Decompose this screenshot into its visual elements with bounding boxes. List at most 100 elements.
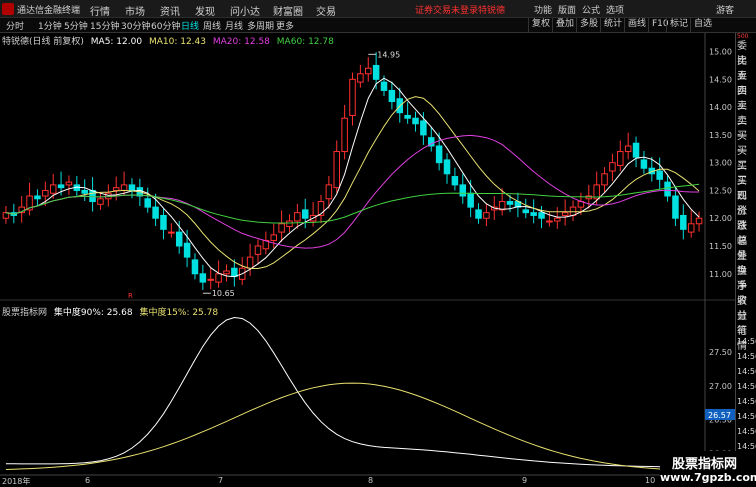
sidebar-item[interactable]: 14:56 bbox=[737, 427, 756, 436]
candle-up bbox=[687, 223, 695, 233]
candle-down bbox=[640, 159, 648, 169]
candle-down bbox=[538, 212, 545, 219]
sidebar-item[interactable]: 14:56 bbox=[737, 442, 756, 451]
candle-down bbox=[506, 201, 514, 205]
candle-down bbox=[191, 259, 199, 275]
y-tick-label: 15.00 bbox=[709, 48, 732, 57]
candle-up bbox=[695, 217, 703, 225]
candle-up bbox=[223, 270, 230, 275]
y-tick-label: 14.00 bbox=[709, 103, 732, 112]
candle-up bbox=[624, 145, 632, 153]
candle-up bbox=[364, 67, 372, 75]
candle-up bbox=[357, 73, 364, 83]
sidebar-item[interactable]: 14:56 bbox=[737, 352, 756, 361]
candle-down bbox=[128, 184, 136, 191]
y-tick-label: 11.00 bbox=[709, 270, 732, 279]
candle-down bbox=[380, 81, 388, 91]
candle-down bbox=[160, 214, 167, 230]
candle-down bbox=[451, 176, 459, 186]
candle-up bbox=[207, 278, 214, 281]
candle-up bbox=[333, 151, 341, 189]
candle-up bbox=[554, 217, 561, 222]
candle-up bbox=[168, 231, 175, 234]
candle-up bbox=[286, 220, 293, 228]
sidebar-item[interactable]: 14:56 bbox=[737, 337, 756, 346]
candle-down bbox=[183, 242, 191, 258]
candle-down bbox=[144, 198, 151, 208]
candle-up bbox=[349, 78, 356, 116]
candle-down bbox=[57, 184, 65, 189]
candle-down bbox=[175, 231, 183, 247]
y-tick-label: 12.50 bbox=[709, 186, 732, 195]
candle-up bbox=[49, 184, 57, 194]
sidebar-item[interactable]: 14:56 bbox=[737, 412, 756, 421]
y-tick-label: 13.00 bbox=[709, 159, 732, 168]
date-label: 8 bbox=[368, 476, 374, 485]
conc90-line bbox=[5, 316, 700, 468]
candle-down bbox=[199, 273, 207, 283]
kline-chart[interactable]: 14.95 10.65 R 15.00 14.50 14.00 13.50 13.00 12.… bbox=[0, 0, 735, 476]
sidebar-item[interactable]: 14:56 bbox=[737, 382, 756, 391]
rights-marker: R bbox=[128, 292, 133, 300]
candle-up bbox=[601, 173, 608, 186]
watermark-url: www.7gpzb.com bbox=[660, 471, 756, 484]
sidebar-item[interactable]: 14:56 bbox=[737, 367, 756, 376]
candle-up bbox=[561, 212, 569, 216]
candle-up bbox=[120, 184, 128, 191]
candle-up bbox=[609, 162, 616, 172]
candle-up bbox=[294, 212, 301, 222]
candle-up bbox=[65, 181, 73, 186]
high-label: 14.95 bbox=[377, 50, 400, 59]
sub-y-tick-label: 27.50 bbox=[709, 348, 732, 357]
date-label: 6 bbox=[85, 476, 91, 485]
candle-down bbox=[420, 120, 427, 136]
y-tick-label: 13.50 bbox=[709, 131, 732, 140]
candle-down bbox=[412, 117, 419, 125]
candle-down bbox=[443, 159, 451, 175]
candle-down bbox=[152, 206, 159, 219]
y-tick-label: 11.50 bbox=[709, 242, 732, 251]
sub-y-tick-label: 27.00 bbox=[709, 382, 732, 391]
candle-up bbox=[246, 256, 254, 269]
date-axis: 2018年 6 7 8 9 10 bbox=[0, 476, 735, 487]
y-tick-label: 14.50 bbox=[709, 75, 732, 84]
candle-down bbox=[680, 214, 687, 230]
candle-down bbox=[81, 189, 88, 194]
watermark: 股票指标网 www.7gpzb.com bbox=[660, 451, 756, 487]
candle-down bbox=[231, 267, 238, 278]
date-label: 9 bbox=[522, 476, 528, 485]
candle-down bbox=[89, 189, 96, 203]
candle-down bbox=[656, 170, 663, 180]
quote-sidebar: 500 委比 卖五 卖四 卖三 卖二 卖一 买一 买二 买三 买四 现价 涨跌 涨幅 总量 外盘 换手 净资 收益分… bbox=[735, 33, 756, 487]
candle-up bbox=[483, 212, 490, 219]
candle-up bbox=[215, 273, 222, 283]
candle-down bbox=[530, 212, 537, 216]
candle-down bbox=[459, 184, 467, 197]
y-tick-label: 12.00 bbox=[709, 214, 732, 223]
conc15-line bbox=[5, 382, 700, 472]
candle-up bbox=[546, 220, 553, 223]
date-label: 10 bbox=[645, 476, 656, 485]
candle-up bbox=[42, 189, 49, 197]
candle-down bbox=[475, 209, 482, 219]
candle-up bbox=[97, 198, 104, 205]
candle-up bbox=[112, 187, 120, 191]
candle-down bbox=[632, 142, 640, 158]
candle-up bbox=[617, 151, 624, 166]
candle-down bbox=[435, 145, 443, 164]
date-label: 2018年 bbox=[2, 477, 31, 486]
current-value-label: 26.57 bbox=[708, 411, 731, 420]
date-label: 7 bbox=[218, 476, 224, 485]
candle-down bbox=[404, 114, 411, 119]
candle-down bbox=[301, 209, 309, 219]
low-label: 10.65 bbox=[212, 289, 235, 298]
candle-up bbox=[278, 223, 285, 233]
watermark-title: 股票指标网 bbox=[672, 457, 738, 472]
candle-down bbox=[467, 192, 474, 208]
candle-up bbox=[270, 234, 277, 241]
candle-down bbox=[522, 209, 530, 214]
sidebar-item[interactable]: 14:56 bbox=[737, 397, 756, 406]
candle-down bbox=[372, 64, 380, 80]
candle-down bbox=[388, 89, 396, 103]
candle-up bbox=[254, 245, 262, 255]
